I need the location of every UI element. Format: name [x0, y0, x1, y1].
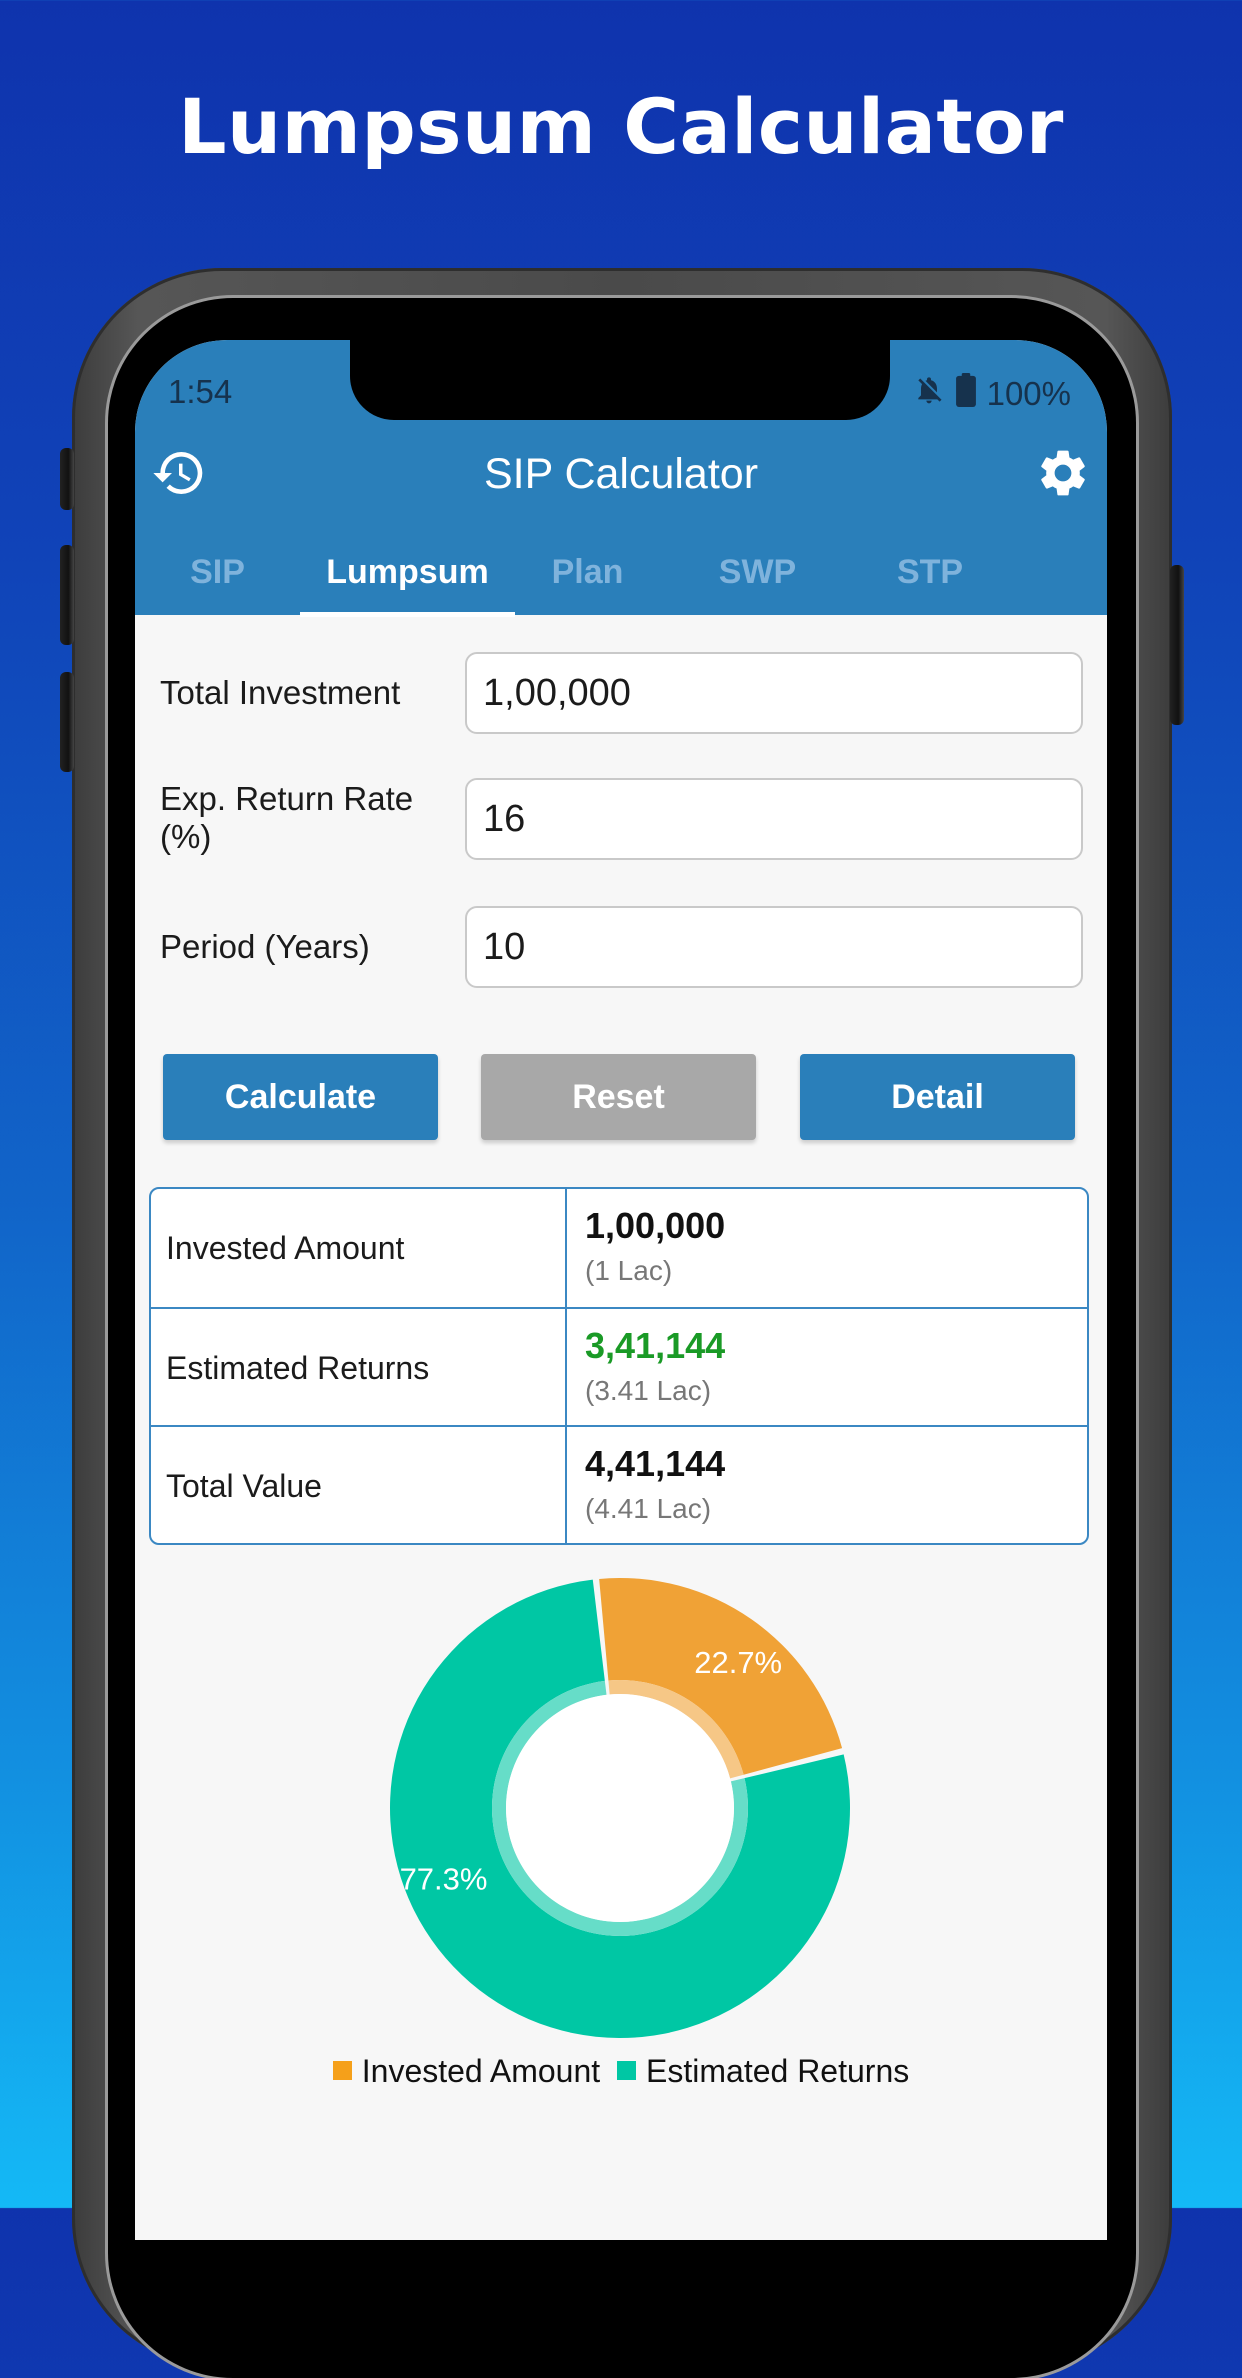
- return-rate-input[interactable]: 16: [465, 778, 1083, 860]
- tab-plan[interactable]: Plan: [515, 540, 660, 615]
- battery-icon: [955, 373, 977, 415]
- settings-button[interactable]: [1035, 445, 1091, 501]
- donut-chart-container: 22.7% 77.3%: [135, 1558, 1107, 2058]
- phone-side-button-mute: [60, 448, 74, 510]
- battery-percent: 100%: [986, 375, 1071, 412]
- calculate-button[interactable]: Calculate: [163, 1054, 438, 1140]
- chart-legend: Invested Amount Estimated Returns: [135, 2053, 1107, 2090]
- promo-title: Lumpsum Calculator: [178, 82, 1064, 171]
- invested-amount-label: Invested Amount: [166, 1230, 405, 1266]
- results-table: Invested Amount 1,00,000 (1 Lac) Estimat…: [149, 1187, 1089, 1545]
- legend-item-invested: Invested Amount: [332, 2053, 601, 2090]
- tab-stp[interactable]: STP: [855, 540, 1005, 615]
- camera-notch: [350, 340, 890, 420]
- settings-gear-icon: [1041, 450, 1085, 496]
- tab-swp[interactable]: SWP: [660, 540, 855, 615]
- phone-side-button-volume-down: [60, 672, 74, 772]
- active-tab-indicator: [300, 612, 515, 617]
- return-rate-row: Exp. Return Rate (%) 16: [135, 778, 1107, 860]
- total-investment-input[interactable]: 1,00,000: [465, 652, 1083, 734]
- phone-side-button-power: [1170, 565, 1184, 725]
- total-investment-label: Total Investment: [160, 674, 401, 711]
- estimated-returns-label: Estimated Returns: [166, 1350, 430, 1386]
- invested-amount-value: 1,00,000: [585, 1205, 726, 1246]
- total-value-label: Total Value: [166, 1468, 322, 1504]
- legend-swatch-returns: [617, 2061, 637, 2080]
- app-title: SIP Calculator: [483, 450, 759, 498]
- legend-label-invested: Invested Amount: [361, 2053, 601, 2089]
- invested-amount-lac: (1 Lac): [585, 1255, 673, 1286]
- period-label: Period (Years): [160, 928, 370, 965]
- total-investment-row: Total Investment 1,00,000: [135, 652, 1107, 734]
- legend-item-returns: Estimated Returns: [617, 2053, 909, 2090]
- return-rate-label-line1: Exp. Return Rate: [160, 780, 414, 817]
- return-rate-label-line2: (%): [160, 818, 212, 855]
- total-value-lac: (4.41 Lac): [585, 1493, 712, 1524]
- donut-chart: 22.7% 77.3%: [390, 1578, 850, 2038]
- result-row-returns: Estimated Returns 3,41,144 (3.41 Lac): [151, 1307, 1087, 1428]
- estimated-returns-value: 3,41,144: [585, 1325, 726, 1366]
- period-input[interactable]: 10: [465, 906, 1083, 988]
- phone-screen: 1:54 100% SIP Calculator SIP Lumpsum Pla…: [135, 340, 1107, 2240]
- reset-button[interactable]: Reset: [481, 1054, 756, 1140]
- result-row-invested: Invested Amount 1,00,000 (1 Lac): [151, 1189, 1087, 1308]
- donut-label-estimated-returns: 77.3%: [400, 1861, 488, 1896]
- phone-side-button-volume-up: [60, 545, 74, 645]
- legend-label-returns: Estimated Returns: [646, 2053, 910, 2089]
- estimated-returns-lac: (3.41 Lac): [585, 1375, 712, 1406]
- total-value-value: 4,41,144: [585, 1443, 726, 1484]
- donut-hole: [506, 1694, 734, 1922]
- result-row-total: Total Value 4,41,144 (4.41 Lac): [151, 1425, 1087, 1543]
- detail-button[interactable]: Detail: [800, 1054, 1075, 1140]
- tab-sip[interactable]: SIP: [135, 540, 300, 615]
- return-rate-label: Exp. Return Rate (%): [160, 780, 413, 856]
- status-icons: 100%: [913, 373, 1071, 415]
- tab-bar: SIP Lumpsum Plan SWP STP: [135, 540, 1107, 615]
- legend-swatch-invested: [332, 2061, 352, 2080]
- period-row: Period (Years) 10: [135, 906, 1107, 988]
- tab-lumpsum[interactable]: Lumpsum: [300, 540, 515, 615]
- donut-label-invested-amount: 22.7%: [694, 1645, 782, 1680]
- status-time: 1:54: [168, 373, 233, 410]
- bell-off-icon: [913, 374, 945, 414]
